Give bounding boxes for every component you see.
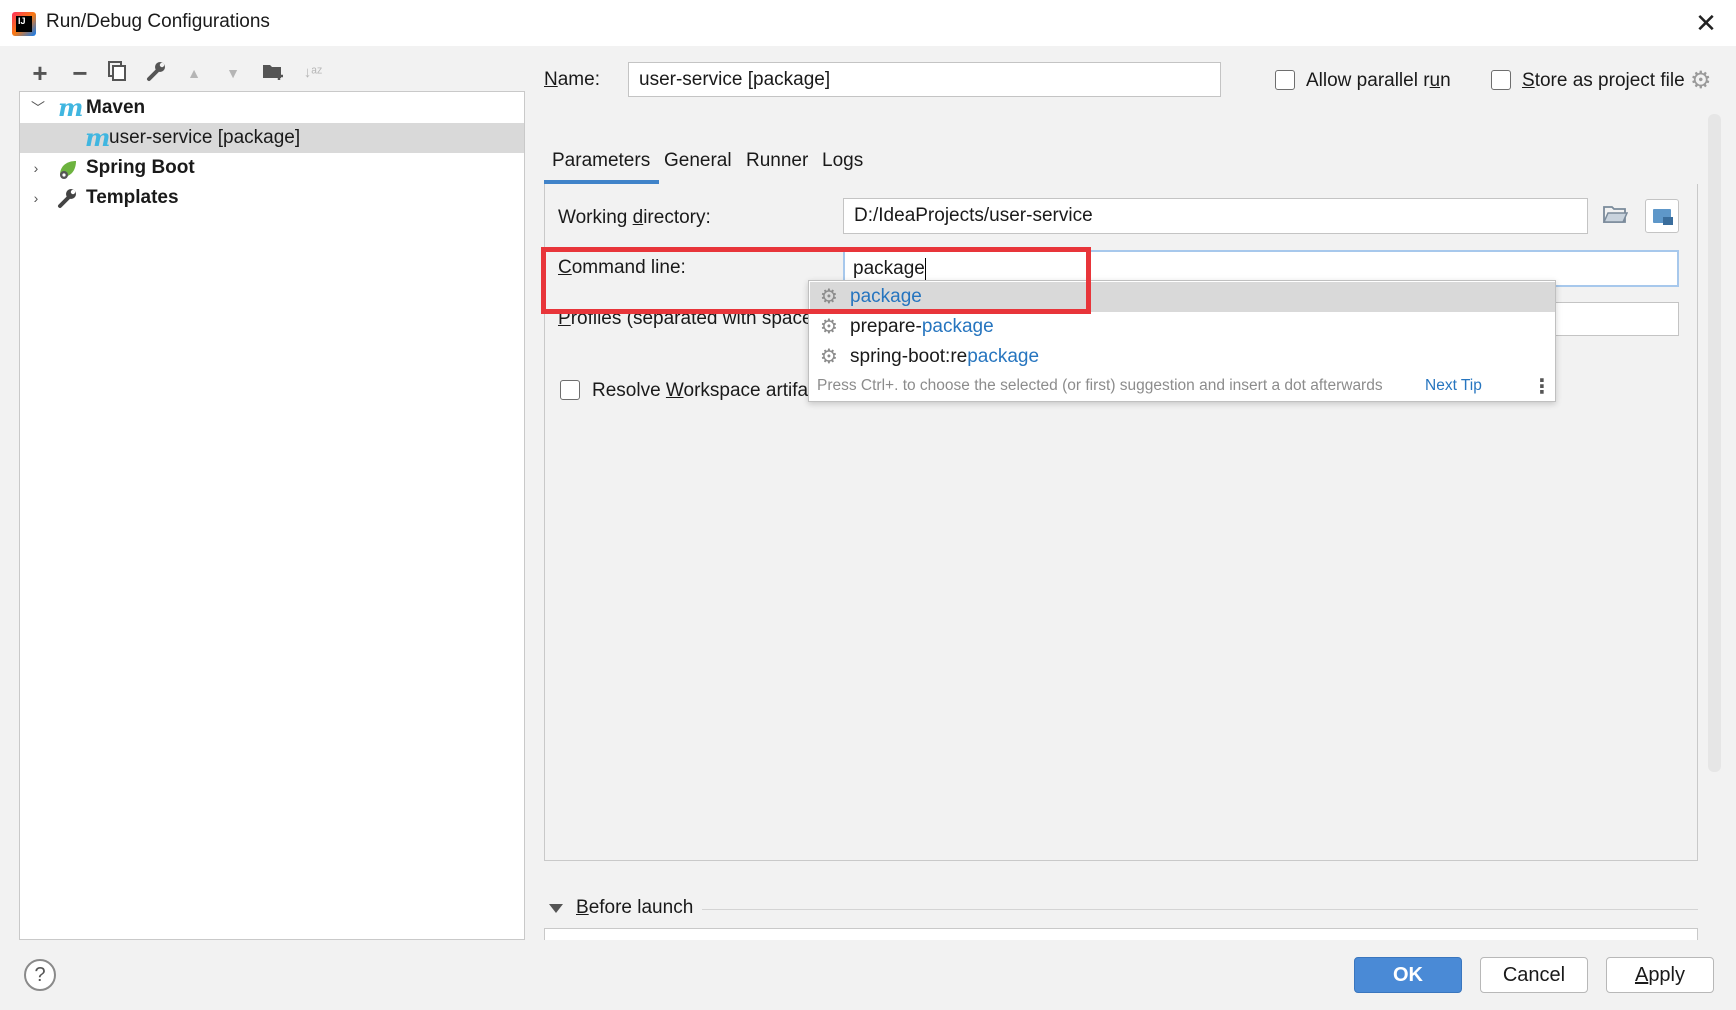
divider <box>702 909 1698 910</box>
chevron-right-icon[interactable]: › <box>27 153 45 183</box>
tab-runner[interactable]: Runner <box>746 150 808 172</box>
wrench-icon[interactable] <box>143 60 169 86</box>
maven-icon: m <box>58 93 84 122</box>
gear-icon[interactable]: ⚙ <box>1690 66 1712 95</box>
working-directory-label: Working directory: <box>558 207 711 228</box>
tree-item-user-service[interactable]: m user-service [package] <box>20 123 524 153</box>
store-as-project-file-label: Store as project file <box>1522 70 1685 91</box>
resolve-workspace-checkbox[interactable] <box>560 380 580 400</box>
tree-item-templates[interactable]: › Templates <box>20 183 524 213</box>
macro-icon <box>1663 217 1673 225</box>
tab-general[interactable]: General <box>664 150 732 172</box>
name-input[interactable]: user-service [package] <box>628 62 1221 97</box>
gear-icon: ⚙ <box>820 316 838 338</box>
tree-item-label: Spring Boot <box>86 157 195 178</box>
resolve-workspace-label: Resolve Workspace artifa <box>592 380 809 401</box>
cancel-button[interactable]: Cancel <box>1480 957 1588 993</box>
tree-item-label: Maven <box>86 97 146 118</box>
insert-macro-button[interactable] <box>1645 199 1679 233</box>
maven-icon: m <box>85 123 111 152</box>
profiles-input[interactable] <box>1550 302 1679 336</box>
highlight-annotation <box>541 247 1091 314</box>
tree-item-maven[interactable]: ﹀ m Maven <box>20 93 524 123</box>
completion-hint: Press Ctrl+. to choose the selected (or … <box>817 377 1383 394</box>
tab-logs[interactable]: Logs <box>822 150 863 172</box>
gear-icon: ⚙ <box>820 346 838 368</box>
suggestion-item[interactable]: ⚙ prepare-package <box>810 312 1555 342</box>
intellij-app-icon: IJ <box>12 12 36 36</box>
close-icon[interactable]: ✕ <box>1690 8 1722 38</box>
tree-item-label: user-service [package] <box>109 127 301 148</box>
copy-icon[interactable] <box>104 60 130 86</box>
help-button[interactable]: ? <box>24 959 56 991</box>
more-options-icon[interactable]: ⋮ <box>1532 374 1552 399</box>
tree-item-label: Templates <box>86 187 179 208</box>
allow-parallel-run-checkbox[interactable] <box>1275 70 1295 90</box>
configuration-tree[interactable]: ﹀ m Maven m user-service [package] › Spr… <box>19 91 525 940</box>
move-down-icon[interactable]: ▼ <box>220 60 246 86</box>
move-up-icon[interactable]: ▲ <box>181 60 207 86</box>
chevron-right-icon[interactable]: › <box>27 183 45 213</box>
store-as-project-file-checkbox[interactable] <box>1491 70 1511 90</box>
tab-parameters[interactable]: Parameters <box>552 150 650 172</box>
apply-button[interactable]: Apply <box>1606 957 1714 993</box>
before-launch-list[interactable] <box>544 928 1698 940</box>
name-label: Name: <box>544 69 600 90</box>
next-tip-link[interactable]: Next Tip <box>1425 377 1482 395</box>
ok-button[interactable]: OK <box>1354 957 1462 993</box>
window-title: Run/Debug Configurations <box>46 11 270 32</box>
add-icon[interactable]: + <box>27 60 53 86</box>
sort-icon[interactable]: ↓ᵃᶻ <box>300 60 326 86</box>
browse-folder-icon[interactable] <box>1602 203 1629 229</box>
suggestion-item[interactable]: ⚙ spring-boot:repackage <box>810 342 1555 372</box>
remove-icon[interactable]: − <box>67 60 93 86</box>
scrollbar[interactable] <box>1708 114 1721 772</box>
allow-parallel-run-label: Allow parallel run <box>1306 70 1451 91</box>
collapse-arrow-icon[interactable] <box>549 904 563 913</box>
new-folder-icon[interactable] <box>260 60 286 86</box>
chevron-down-icon[interactable]: ﹀ <box>29 93 47 123</box>
tree-item-spring-boot[interactable]: › Spring Boot <box>20 153 524 183</box>
before-launch-label[interactable]: Before launch <box>576 897 693 919</box>
working-directory-input[interactable]: D:/IdeaProjects/user-service <box>843 198 1588 234</box>
wrench-icon <box>56 187 78 219</box>
